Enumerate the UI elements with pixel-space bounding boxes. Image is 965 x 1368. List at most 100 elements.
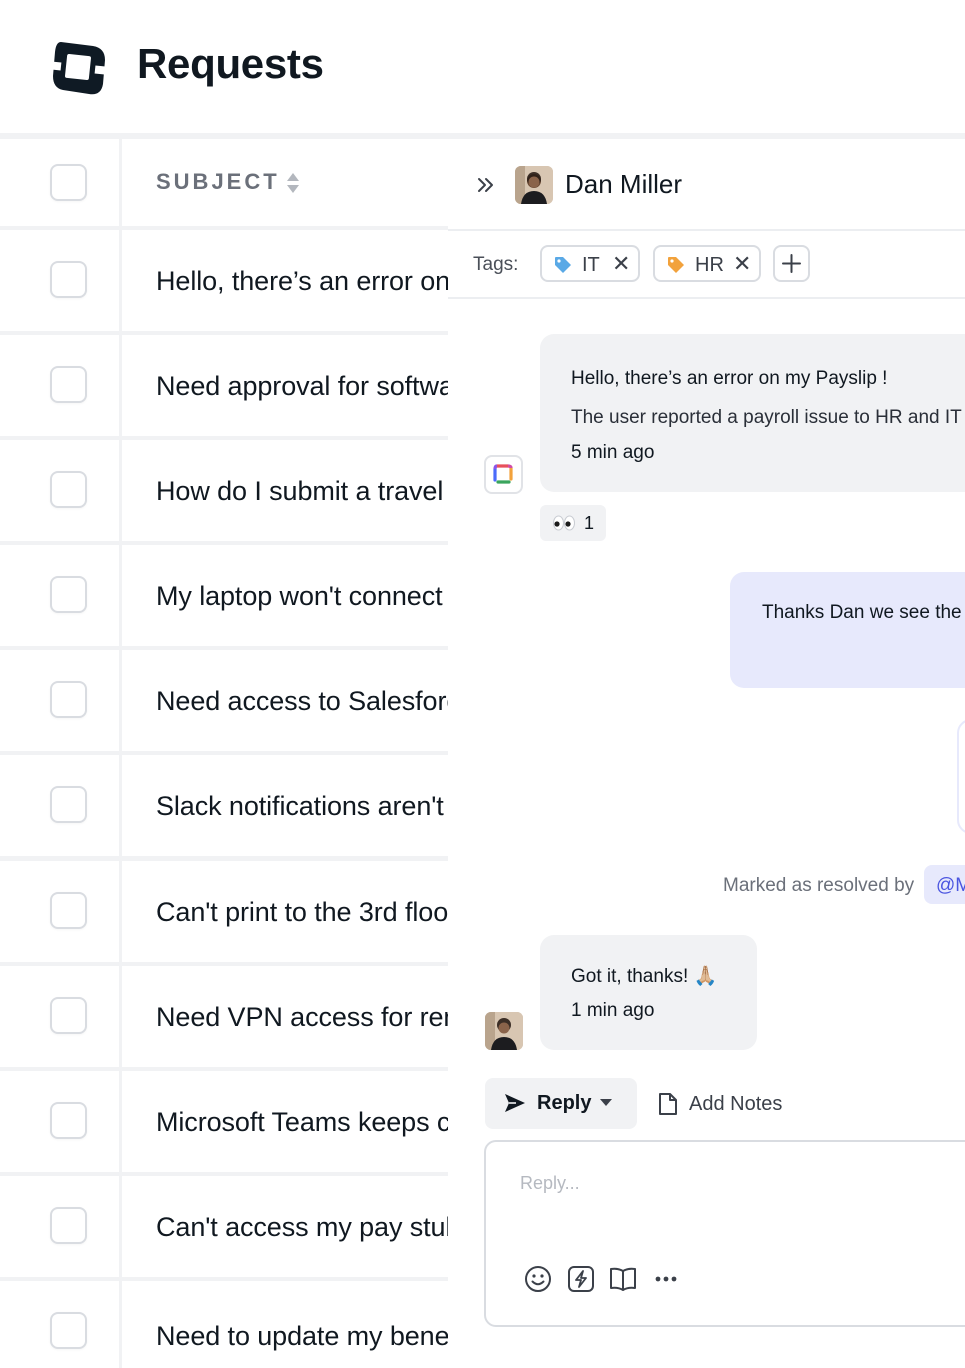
note-icon bbox=[659, 1093, 677, 1115]
row-checkbox[interactable] bbox=[50, 1207, 87, 1244]
table-row[interactable]: Slack notifications aren't working bbox=[0, 755, 448, 856]
row-subject: My laptop won't connect to the Wi-Fi bbox=[156, 581, 448, 611]
requests-table: SUBJECT Hello, there’s an error on my Pa… bbox=[0, 139, 448, 1368]
table-row[interactable]: Can't access my pay stubs bbox=[0, 1176, 448, 1277]
table-row[interactable]: Need approval for software purchase bbox=[0, 335, 448, 436]
panel-header: Dan Miller bbox=[448, 139, 965, 231]
row-subject-cell[interactable]: How do I submit a travel request? bbox=[122, 440, 448, 541]
shortcut-bolt-icon[interactable] bbox=[566, 1264, 596, 1294]
tags-bar: Tags: IT ✕ HR ✕ bbox=[448, 231, 965, 299]
row-subject: Need to update my benefits bbox=[156, 1321, 448, 1351]
add-notes-label: Add Notes bbox=[689, 1093, 783, 1115]
tag-icon bbox=[668, 257, 684, 273]
table-row[interactable]: Microsoft Teams keeps crashing bbox=[0, 1071, 448, 1172]
row-check-cell bbox=[0, 440, 119, 541]
row-checkbox[interactable] bbox=[50, 892, 87, 929]
table-row[interactable]: Need to update my benefits bbox=[0, 1281, 448, 1368]
app-header: Requests bbox=[0, 0, 965, 136]
reply-label: Reply bbox=[537, 1092, 592, 1114]
add-notes-button[interactable]: Add Notes bbox=[653, 1078, 803, 1129]
send-icon bbox=[505, 1094, 525, 1112]
chevron-down-icon[interactable] bbox=[599, 1097, 613, 1107]
more-options-icon[interactable] bbox=[651, 1264, 681, 1294]
row-subject-cell[interactable]: Microsoft Teams keeps crashing bbox=[122, 1071, 448, 1172]
select-all-cell bbox=[0, 139, 119, 226]
message-body: The user reported a payroll issue to HR … bbox=[571, 407, 962, 428]
row-subject-cell[interactable]: Need to update my benefits bbox=[122, 1281, 448, 1368]
message-bubble: Got it, thanks! 🙏🏼 1 min ago bbox=[540, 935, 757, 1050]
subject-column-header[interactable]: SUBJECT bbox=[122, 139, 448, 226]
table-row[interactable]: How do I submit a travel request? bbox=[0, 440, 448, 541]
tag-it[interactable]: IT ✕ bbox=[540, 245, 640, 282]
requester-name[interactable]: Dan Miller bbox=[565, 169, 682, 200]
mention-text: @Mike bbox=[936, 875, 965, 896]
select-all-checkbox[interactable] bbox=[50, 164, 87, 201]
row-checkbox[interactable] bbox=[50, 1312, 87, 1349]
row-checkbox[interactable] bbox=[50, 261, 87, 298]
row-check-cell bbox=[0, 650, 119, 751]
row-check-cell bbox=[0, 861, 119, 962]
row-checkbox[interactable] bbox=[50, 471, 87, 508]
reaction-chip[interactable]: 1 bbox=[540, 505, 606, 541]
row-check-cell bbox=[0, 1281, 119, 1368]
message-bubble-partial bbox=[957, 719, 965, 834]
table-row[interactable]: Hello, there’s an error on my Payslip ! bbox=[0, 230, 448, 331]
collapse-panel-icon[interactable] bbox=[476, 175, 496, 195]
row-checkbox[interactable] bbox=[50, 366, 87, 403]
message-bubble: Hello, there’s an error on my Payslip ! … bbox=[540, 334, 965, 492]
sort-icon[interactable] bbox=[286, 172, 300, 194]
reply-input[interactable] bbox=[520, 1168, 960, 1198]
row-subject: Hello, there’s an error on my Payslip ! bbox=[156, 266, 448, 296]
eyes-emoji-icon bbox=[553, 515, 575, 531]
remove-tag-icon[interactable]: ✕ bbox=[612, 253, 630, 275]
table-row[interactable]: Need access to Salesforce bbox=[0, 650, 448, 751]
row-subject-cell[interactable]: Slack notifications aren't working bbox=[122, 755, 448, 856]
table-header-row: SUBJECT bbox=[0, 139, 448, 226]
message-time: 1 min ago bbox=[571, 1000, 655, 1021]
reply-button[interactable]: Reply bbox=[485, 1078, 637, 1129]
message-text: Got it, thanks! 🙏🏼 bbox=[571, 966, 718, 987]
request-detail-panel: Dan Miller Tags: IT ✕ HR ✕ Hello, there’… bbox=[448, 139, 965, 1368]
row-check-cell bbox=[0, 1176, 119, 1277]
row-subject-cell[interactable]: Need VPN access for remote work bbox=[122, 966, 448, 1067]
row-check-cell bbox=[0, 545, 119, 646]
resolved-status: Marked as resolved by bbox=[723, 875, 915, 896]
app-logo-icon bbox=[51, 42, 106, 95]
row-checkbox[interactable] bbox=[50, 681, 87, 718]
row-subject-cell[interactable]: Can't print to the 3rd floor printer bbox=[122, 861, 448, 962]
tag-hr[interactable]: HR ✕ bbox=[653, 245, 761, 282]
row-checkbox[interactable] bbox=[50, 1102, 87, 1139]
row-subject: How do I submit a travel request? bbox=[156, 476, 448, 506]
subject-header-label: SUBJECT bbox=[156, 169, 280, 194]
tag-label: IT bbox=[582, 254, 600, 276]
knowledge-book-icon[interactable] bbox=[608, 1264, 638, 1294]
table-row[interactable]: My laptop won't connect to the Wi-Fi bbox=[0, 545, 448, 646]
table-row[interactable]: Can't print to the 3rd floor printer bbox=[0, 861, 448, 962]
page-title: Requests bbox=[137, 40, 324, 87]
reaction-count: 1 bbox=[584, 513, 595, 533]
row-subject-cell[interactable]: Hello, there’s an error on my Payslip ! bbox=[122, 230, 448, 331]
emoji-icon[interactable] bbox=[523, 1264, 553, 1294]
message-title: Hello, there’s an error on my Payslip ! bbox=[571, 368, 888, 389]
tag-label: HR bbox=[695, 254, 724, 276]
avatar bbox=[485, 1012, 523, 1050]
agent-message-bubble: Thanks Dan we see the issue bbox=[730, 572, 965, 688]
row-subject: Can't access my pay stubs bbox=[156, 1212, 448, 1242]
row-subject-cell[interactable]: Need access to Salesforce bbox=[122, 650, 448, 751]
row-subject-cell[interactable]: My laptop won't connect to the Wi-Fi bbox=[122, 545, 448, 646]
resolver-mention[interactable]: @Mike bbox=[924, 865, 965, 904]
tag-icon bbox=[555, 257, 571, 273]
avatar bbox=[515, 166, 553, 204]
row-checkbox[interactable] bbox=[50, 576, 87, 613]
agent-message-text: Thanks Dan we see the issue bbox=[762, 602, 965, 623]
row-checkbox[interactable] bbox=[50, 997, 87, 1034]
row-subject-cell[interactable]: Can't access my pay stubs bbox=[122, 1176, 448, 1277]
add-tag-button[interactable] bbox=[773, 245, 810, 282]
table-row[interactable]: Need VPN access for remote work bbox=[0, 966, 448, 1067]
row-subject: Need VPN access for remote work bbox=[156, 1002, 448, 1032]
row-check-cell bbox=[0, 755, 119, 856]
row-checkbox[interactable] bbox=[50, 786, 87, 823]
row-check-cell bbox=[0, 230, 119, 331]
row-subject-cell[interactable]: Need approval for software purchase bbox=[122, 335, 448, 436]
remove-tag-icon[interactable]: ✕ bbox=[733, 253, 751, 275]
